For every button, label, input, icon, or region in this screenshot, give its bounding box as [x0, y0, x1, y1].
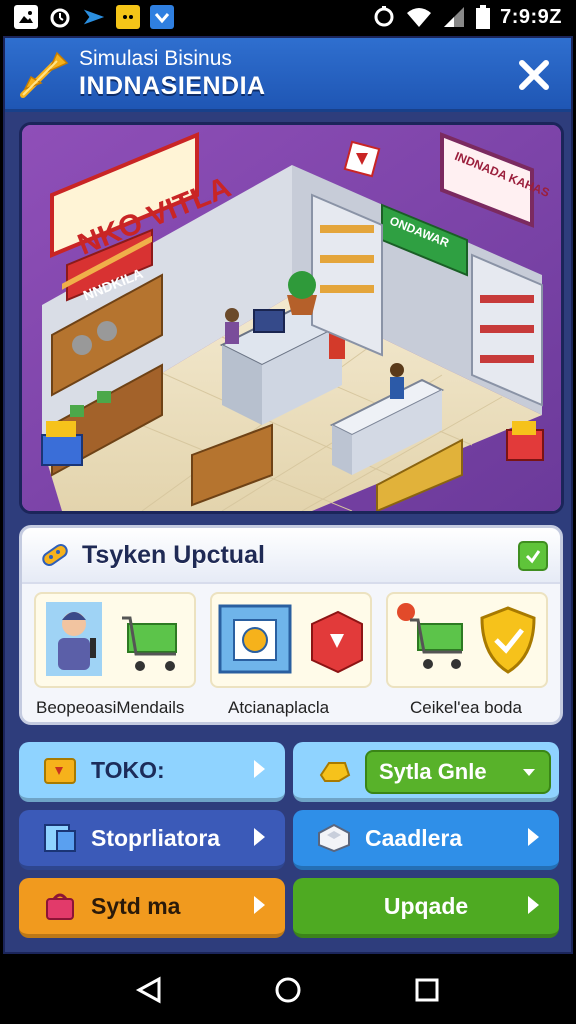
download-icon — [150, 5, 174, 29]
confirm-button[interactable] — [518, 541, 548, 571]
sytla-dropdown[interactable]: Sytla Gnle — [365, 750, 551, 794]
toko-label: TOKO: — [91, 756, 165, 783]
status-left-icons — [14, 5, 174, 29]
recents-icon — [415, 978, 439, 1002]
stor-label: Stoprliatora — [91, 824, 221, 851]
upgrade-card-label: Atcianaplacla — [228, 698, 330, 717]
stor-button[interactable]: Stoprliatora — [19, 810, 285, 870]
shield-check-icon — [480, 606, 536, 674]
shopping-cart-icon — [397, 603, 463, 669]
sytdma-label: Sytd ma — [91, 892, 181, 919]
plane-logo-icon — [19, 49, 69, 99]
recents-button[interactable] — [407, 970, 447, 1010]
app-subtitle: Simulasi Bisinus — [79, 46, 232, 70]
chevron-right-icon — [528, 896, 539, 914]
alarm-icon — [374, 6, 394, 27]
system-nav-bar — [0, 956, 576, 1024]
app-screen: 7:9:9Z Simulasi Bisinus INDNASIENDIA NKO… — [0, 0, 576, 1024]
folder-icon — [218, 604, 292, 674]
upgrade-card-label: Ceikel'ea boda — [410, 698, 522, 717]
status-bar: 7:9:9Z — [0, 0, 576, 34]
worker-icon — [46, 602, 102, 676]
app-title: INDNASIENDIA — [79, 71, 266, 100]
upgrade-card-quality[interactable] — [386, 592, 548, 688]
upgrade-cards — [34, 592, 550, 692]
alarm-icon — [48, 5, 72, 29]
plant-decoration — [287, 271, 317, 315]
close-button[interactable] — [515, 56, 553, 94]
red-box-icon — [311, 610, 363, 674]
status-time: 7:9:9Z — [500, 5, 562, 28]
cadera-label: Caadlera — [365, 824, 463, 851]
chevron-right-icon — [254, 760, 265, 778]
bandage-icon — [42, 543, 68, 567]
upgrade-card-label: BeopeoasiMendails — [36, 698, 185, 717]
upgrade-panel-header: Tsyken Upctual — [22, 528, 560, 584]
back-button[interactable] — [129, 970, 169, 1010]
cat-icon — [116, 5, 140, 29]
status-right: 7:9:9Z — [372, 5, 562, 29]
close-icon — [519, 60, 549, 90]
tag-icon — [343, 140, 381, 178]
upgrade-button[interactable]: Upqade — [293, 878, 559, 938]
battery-icon — [476, 5, 491, 29]
chevron-right-icon — [254, 828, 265, 846]
gold-bar-icon — [317, 755, 351, 785]
shopping-bag-icon — [43, 891, 77, 921]
signal-icon — [444, 7, 465, 27]
chevron-down-icon — [523, 769, 535, 776]
gallery-icon — [14, 5, 38, 29]
upgrade-panel: Tsyken Upctual BeopeoasiMendails Atciana… — [19, 525, 563, 725]
title-block: Simulasi Bisinus INDNASIENDIA — [79, 47, 266, 101]
store-icon — [43, 755, 77, 785]
upgrade-panel-title: Tsyken Upctual — [82, 540, 265, 569]
cube-icon — [317, 823, 351, 853]
upgrade-card-facility[interactable] — [210, 592, 372, 688]
chevron-right-icon — [528, 828, 539, 846]
document-icon — [43, 823, 77, 853]
store-scene[interactable]: NKO VITLA NNDKILA ONDAWAR INDNADA KAHAS — [19, 122, 564, 514]
home-icon — [275, 977, 301, 1003]
app-window: Simulasi Bisinus INDNASIENDIA NKO VITLA … — [3, 36, 573, 954]
upgrade-label: Upqade — [383, 892, 469, 919]
toko-button[interactable]: TOKO: — [19, 742, 285, 802]
upgrade-card-staff[interactable] — [34, 592, 196, 688]
sytdma-button[interactable]: Sytd ma — [19, 878, 285, 938]
app-header: Simulasi Bisinus INDNASIENDIA — [5, 38, 571, 112]
check-icon — [525, 550, 541, 564]
sytla-label: Sytla Gnle — [379, 759, 487, 784]
bird-icon — [82, 5, 106, 29]
sytla-button[interactable]: Sytla Gnle — [293, 742, 559, 802]
home-button[interactable] — [268, 970, 308, 1010]
wifi-icon — [407, 8, 432, 27]
shopping-cart-icon — [122, 616, 177, 671]
back-icon — [136, 976, 161, 1004]
cadera-button[interactable]: Caadlera — [293, 810, 559, 870]
chevron-right-icon — [254, 896, 265, 914]
